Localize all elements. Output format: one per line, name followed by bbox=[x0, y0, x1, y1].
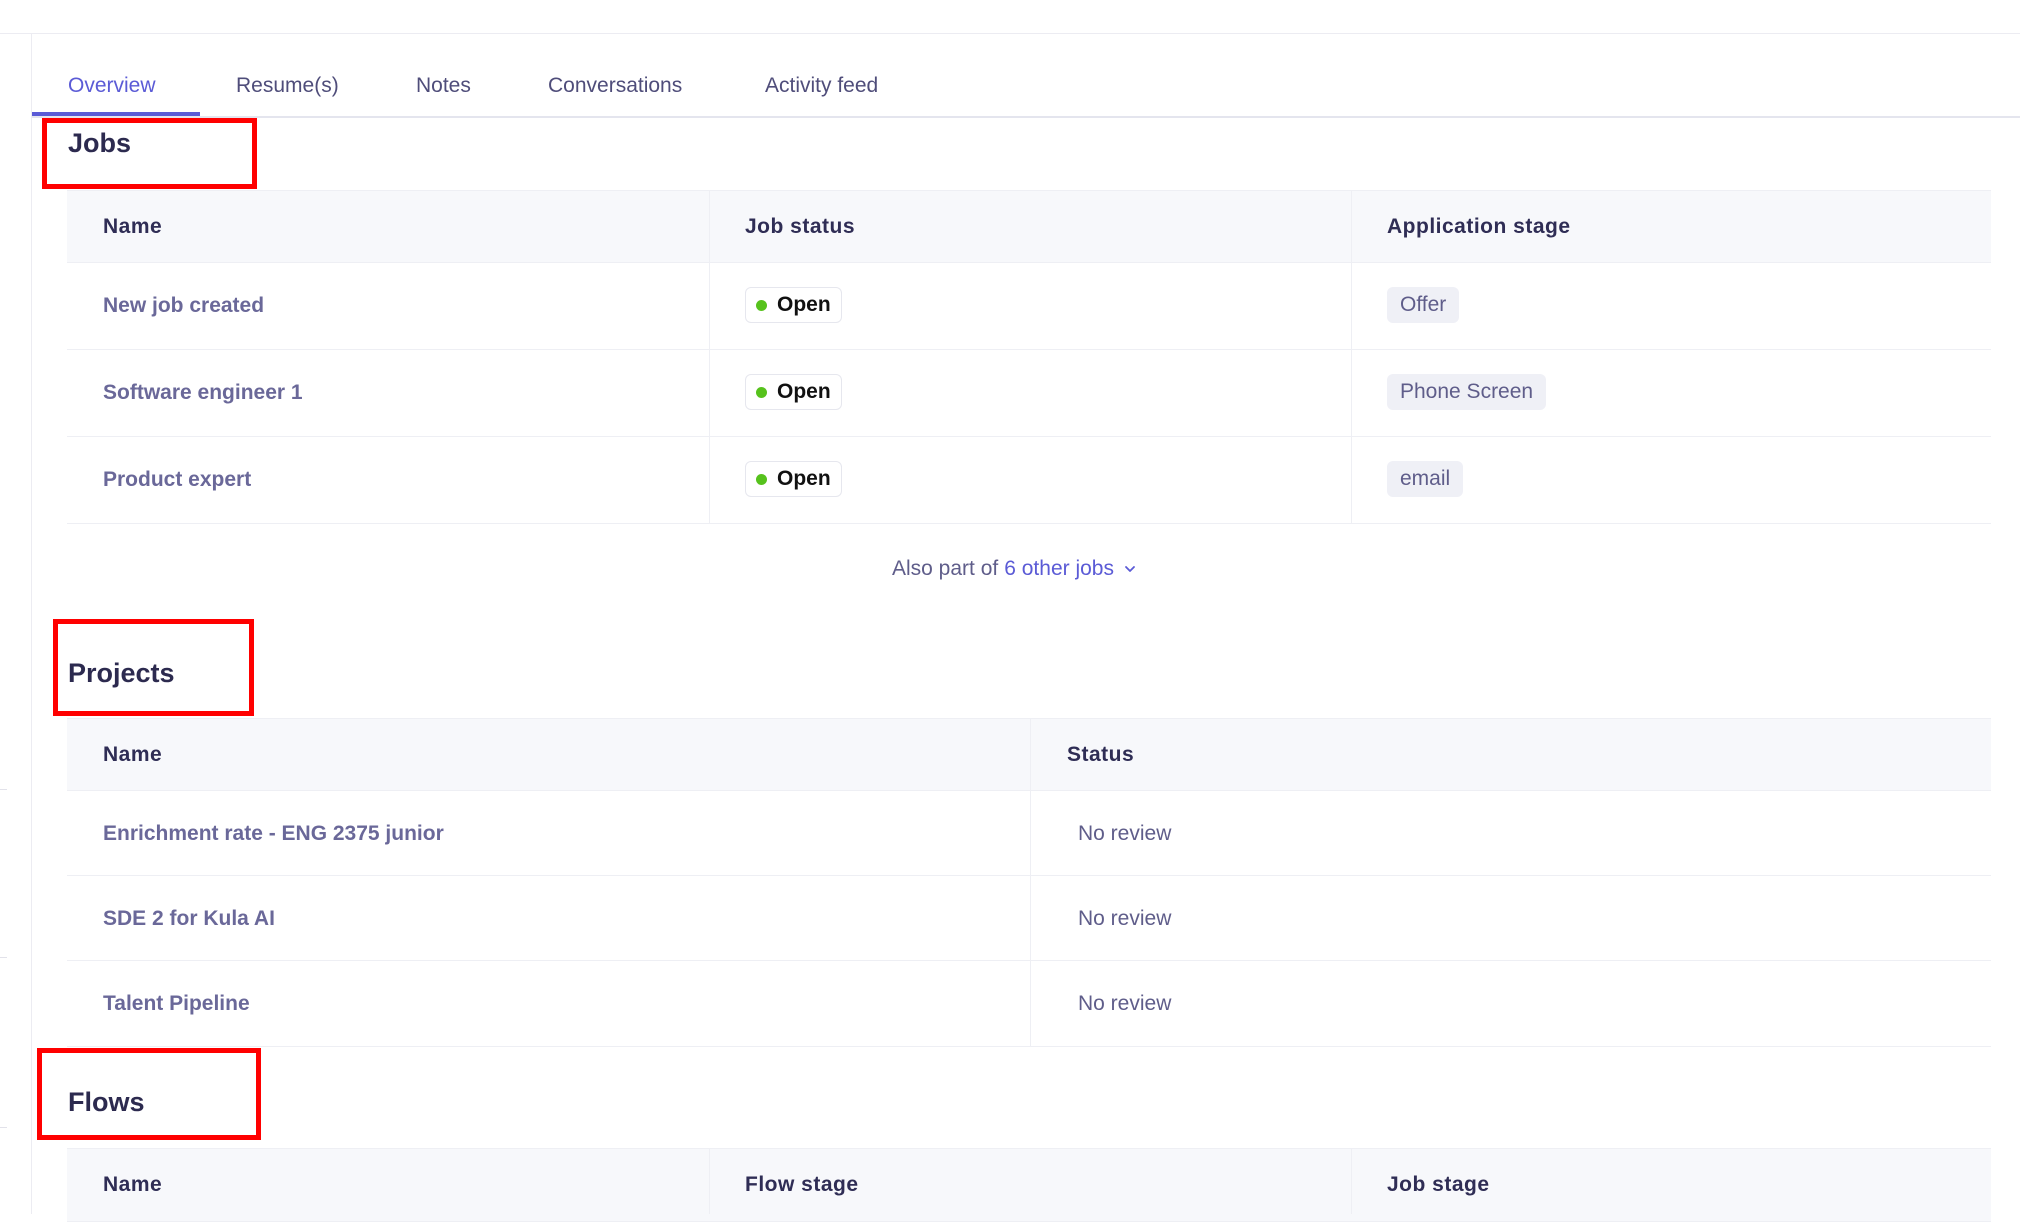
highlight-box bbox=[42, 118, 257, 189]
table-row[interactable]: SDE 2 for Kula AI No review bbox=[67, 876, 1991, 961]
job-status-text: Open bbox=[777, 293, 831, 316]
project-status-text: No review bbox=[1078, 992, 1172, 1015]
rail-divider bbox=[0, 957, 7, 958]
table-header: Name Job status Application stage bbox=[67, 190, 1991, 263]
column-header-job-stage: Job stage bbox=[1387, 1173, 1490, 1196]
table-header: Name Status bbox=[67, 718, 1991, 791]
job-name-link[interactable]: Software engineer 1 bbox=[103, 381, 303, 405]
job-name-link[interactable]: Product expert bbox=[103, 468, 251, 492]
status-dot-icon bbox=[756, 473, 767, 485]
tab-notes[interactable]: Notes bbox=[416, 74, 471, 114]
highlight-box bbox=[53, 619, 254, 716]
projects-table: Name Status Enrichment rate - ENG 2375 j… bbox=[67, 718, 1991, 1047]
table-row[interactable]: Enrichment rate - ENG 2375 junior No rev… bbox=[67, 791, 1991, 876]
project-status-text: No review bbox=[1078, 822, 1172, 845]
active-tab-indicator bbox=[32, 112, 200, 116]
flows-table: Name Flow stage Job stage bbox=[67, 1148, 1991, 1222]
table-row[interactable]: New job created Open Offer bbox=[67, 263, 1991, 350]
application-stage-chip: Phone Screen bbox=[1387, 374, 1547, 410]
top-bar bbox=[0, 0, 2020, 34]
left-rail bbox=[0, 34, 32, 1214]
column-header-job-status: Job status bbox=[745, 215, 856, 238]
rail-divider bbox=[0, 1127, 7, 1128]
status-dot-icon bbox=[756, 299, 767, 311]
table-header: Name Flow stage Job stage bbox=[67, 1148, 1991, 1222]
column-divider bbox=[1351, 1148, 1352, 1214]
job-name-link[interactable]: New job created bbox=[103, 294, 264, 318]
other-jobs-link[interactable]: 6 other jobs bbox=[1004, 557, 1114, 581]
tab-overview[interactable]: Overview bbox=[68, 74, 156, 114]
rail-divider bbox=[0, 789, 7, 790]
table-row[interactable]: Talent Pipeline No review bbox=[67, 961, 1991, 1047]
tab-bar: Overview Resume(s) Notes Conversations A… bbox=[32, 56, 2020, 118]
column-divider bbox=[709, 1148, 710, 1214]
status-dot-icon bbox=[756, 386, 767, 398]
chevron-down-icon[interactable] bbox=[1124, 563, 1136, 575]
column-header-name: Name bbox=[103, 215, 163, 238]
jobs-table: Name Job status Application stage New jo… bbox=[67, 190, 1991, 524]
highlight-box bbox=[37, 1048, 261, 1140]
project-status-text: No review bbox=[1078, 907, 1172, 930]
tab-conversations[interactable]: Conversations bbox=[548, 74, 682, 114]
job-status-badge: Open bbox=[745, 287, 842, 323]
column-header-status: Status bbox=[1067, 743, 1135, 766]
table-row[interactable]: Software engineer 1 Open Phone Screen bbox=[67, 350, 1991, 437]
project-name-link[interactable]: Enrichment rate - ENG 2375 junior bbox=[103, 822, 444, 846]
job-status-text: Open bbox=[777, 467, 831, 490]
column-header-name: Name bbox=[103, 743, 163, 766]
column-header-flow-stage: Flow stage bbox=[745, 1173, 859, 1196]
column-header-name: Name bbox=[103, 1173, 163, 1196]
job-status-text: Open bbox=[777, 380, 831, 403]
job-status-badge: Open bbox=[745, 374, 842, 410]
application-stage-chip: email bbox=[1387, 461, 1464, 497]
project-name-link[interactable]: Talent Pipeline bbox=[103, 992, 250, 1016]
tab-resumes[interactable]: Resume(s) bbox=[236, 74, 339, 114]
other-jobs-prefix: Also part of bbox=[892, 557, 999, 580]
other-jobs-toggle[interactable]: Also part of 6 other jobs bbox=[892, 557, 1136, 581]
application-stage-chip: Offer bbox=[1387, 287, 1460, 323]
project-name-link[interactable]: SDE 2 for Kula AI bbox=[103, 907, 275, 931]
column-header-application-stage: Application stage bbox=[1387, 215, 1571, 238]
tab-activity-feed[interactable]: Activity feed bbox=[765, 74, 878, 114]
table-row[interactable]: Product expert Open email bbox=[67, 437, 1991, 524]
job-status-badge: Open bbox=[745, 461, 842, 497]
